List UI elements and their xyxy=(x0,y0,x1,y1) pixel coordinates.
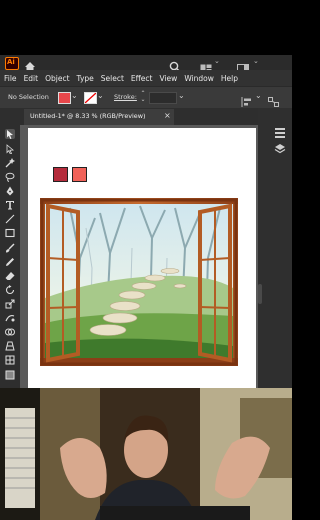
lasso-icon[interactable] xyxy=(5,172,15,182)
control-bar: No Selection ⌄ ⌄ Stroke: ⌃ ⌄ ⌄ ⌄ xyxy=(0,86,292,110)
home-icon[interactable] xyxy=(24,57,36,72)
type-tool-icon[interactable] xyxy=(5,200,15,210)
stroke-weight-stepper[interactable]: ⌃ ⌄ xyxy=(139,91,147,103)
rotate-icon[interactable] xyxy=(5,285,15,295)
perspective-grid-icon[interactable] xyxy=(5,341,15,351)
close-icon[interactable]: × xyxy=(164,111,171,120)
menu-effect[interactable]: Effect xyxy=(131,74,153,83)
tools-panel xyxy=(0,108,21,388)
menu-select[interactable]: Select xyxy=(101,74,124,83)
stroke-label: Stroke: xyxy=(114,93,137,101)
menu-window[interactable]: Window xyxy=(184,74,214,83)
fill-dropdown[interactable]: ⌄ xyxy=(71,91,78,100)
menu-file[interactable]: File xyxy=(4,74,17,83)
menu-type[interactable]: Type xyxy=(77,74,94,83)
menu-view[interactable]: View xyxy=(160,74,178,83)
app-logo-text: Ai xyxy=(7,58,15,66)
selection-tool-icon[interactable] xyxy=(5,129,15,139)
stroke-dropdown[interactable]: ⌄ xyxy=(97,91,104,100)
stroke-weight-input[interactable] xyxy=(149,92,177,104)
color-swatch-coral[interactable] xyxy=(72,167,87,182)
warp-icon[interactable] xyxy=(5,313,15,323)
arrange-documents-dropdown[interactable]: ⌄ xyxy=(214,57,220,65)
document-tab[interactable]: Untitled-1* @ 8.33 % (RGB/Preview) × xyxy=(24,109,174,125)
eraser-icon[interactable] xyxy=(5,271,15,281)
direct-selection-tool-icon[interactable] xyxy=(5,144,15,155)
artboard[interactable] xyxy=(28,128,256,388)
right-panel-dock xyxy=(258,108,292,388)
paintbrush-icon[interactable] xyxy=(5,243,15,253)
menu-edit[interactable]: Edit xyxy=(24,74,39,83)
shape-builder-icon[interactable] xyxy=(5,327,15,337)
menu-object[interactable]: Object xyxy=(45,74,69,83)
search-icon[interactable] xyxy=(169,57,181,73)
menu-help[interactable]: Help xyxy=(221,74,238,83)
rectangle-tool-icon[interactable] xyxy=(5,228,15,238)
layers-icon[interactable] xyxy=(274,140,286,154)
magic-wand-icon[interactable] xyxy=(5,158,15,168)
fill-swatch[interactable] xyxy=(58,92,71,104)
line-tool-icon[interactable] xyxy=(5,214,15,224)
stroke-swatch[interactable] xyxy=(84,92,97,104)
pencil-icon[interactable] xyxy=(5,257,15,267)
arrange-documents-icon[interactable] xyxy=(200,58,212,73)
menu-bar: File Edit Object Type Select Effect View… xyxy=(0,70,292,86)
transform-icon[interactable] xyxy=(268,92,280,107)
document-tab-title: Untitled-1* @ 8.33 % (RGB/Preview) xyxy=(30,112,146,120)
workspace-icon[interactable] xyxy=(237,58,249,73)
document-tab-bar: Untitled-1* @ 8.33 % (RGB/Preview) × xyxy=(20,108,258,125)
properties-icon[interactable] xyxy=(274,124,286,138)
gradient-tool-icon[interactable] xyxy=(5,370,15,380)
color-swatch-dark-red[interactable] xyxy=(53,167,68,182)
selection-status: No Selection xyxy=(8,93,49,101)
reaction-photo xyxy=(0,388,292,520)
scale-icon[interactable] xyxy=(5,299,15,309)
workspace-dropdown[interactable]: ⌄ xyxy=(253,57,259,65)
window-illustration[interactable] xyxy=(40,198,238,366)
pen-tool-icon[interactable] xyxy=(5,186,15,196)
align-icon[interactable] xyxy=(241,92,253,107)
mesh-tool-icon[interactable] xyxy=(5,355,15,365)
app-logo: Ai xyxy=(5,57,19,70)
stroke-weight-dropdown[interactable]: ⌄ xyxy=(178,91,185,100)
application-bar: Ai ⌄ ⌄ xyxy=(0,55,292,73)
panel-scrollbar[interactable] xyxy=(258,284,262,304)
align-dropdown[interactable]: ⌄ xyxy=(255,91,262,100)
